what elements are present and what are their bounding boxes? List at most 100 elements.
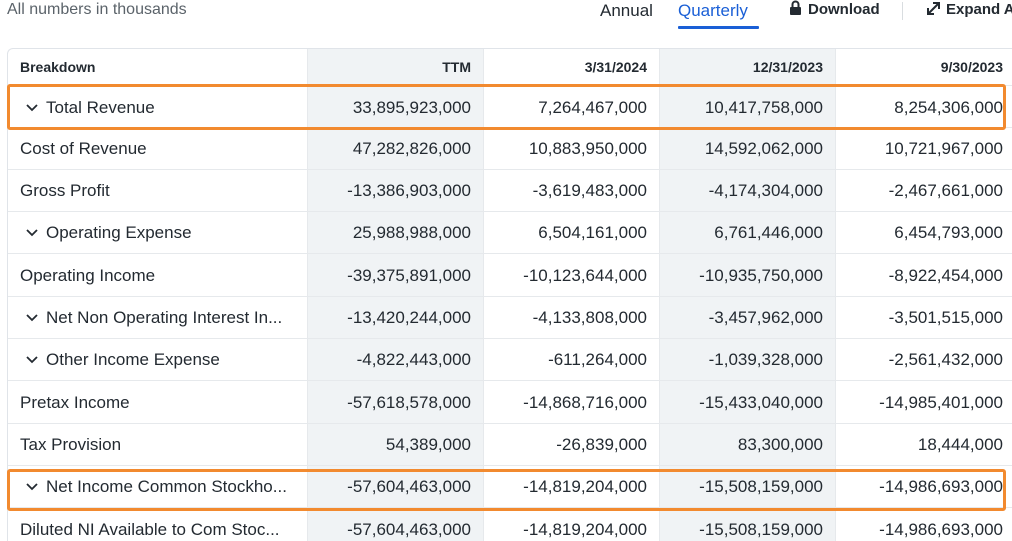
row-label-cell: Gross Profit <box>8 170 308 212</box>
row-label: Net Income Common Stockho... <box>46 477 287 496</box>
value-cell: -14,985,401,000 <box>879 392 1003 412</box>
column-header-period: 12/31/2023 <box>660 49 836 85</box>
row-label-cell[interactable]: Total Revenue <box>8 86 308 130</box>
value-cell: 8,254,306,000 <box>894 98 1003 117</box>
row-label-cell: Operating Income <box>8 254 308 297</box>
row-label-cell[interactable]: Net Non Operating Interest In... <box>8 297 308 339</box>
value-cell: -3,457,962,000 <box>660 297 836 339</box>
value-cell: -13,420,244,000 <box>308 297 484 339</box>
table-row: Pretax Income -57,618,578,000 -14,868,716,… <box>8 380 1012 424</box>
row-label: Gross Profit <box>20 181 110 200</box>
financials-page: All numbers in thousands Annual Quarterl… <box>0 0 1012 541</box>
value-cell: -3,619,483,000 <box>484 170 660 212</box>
value-cell: -57,618,578,000 <box>308 381 484 424</box>
table-row[interactable]: Operating Expense 25,988,988,000 6,504,161… <box>8 211 1012 254</box>
column-header-breakdown: Breakdown <box>8 49 308 85</box>
value-cell: 6,761,446,000 <box>660 212 836 254</box>
value-cell: -2,561,432,000 <box>888 350 1003 369</box>
value-cell: -4,174,304,000 <box>660 170 836 212</box>
table-row: Cost of Revenue 47,282,826,000 10,883,950,… <box>8 127 1012 170</box>
value-cell: 25,988,988,000 <box>308 212 484 254</box>
expand-all-button[interactable]: Expand A <box>926 0 1012 22</box>
value-cell: -39,375,891,000 <box>308 254 484 297</box>
value-cell: -15,433,040,000 <box>660 381 836 424</box>
row-label-cell: Pretax Income <box>8 381 308 424</box>
units-note: All numbers in thousands <box>7 1 187 18</box>
value-cell: 47,282,826,000 <box>308 128 484 170</box>
table-row[interactable]: Net Non Operating Interest In... -13,420,… <box>8 296 1012 339</box>
row-label-cell: Cost of Revenue <box>8 128 308 170</box>
chevron-down-icon[interactable] <box>26 483 40 491</box>
row-label: Tax Provision <box>20 435 122 454</box>
row-label: Other Income Expense <box>46 350 220 369</box>
value-cell: 83,300,000 <box>660 424 836 466</box>
financials-toolbar: All numbers in thousands Annual Quarterl… <box>0 0 1012 40</box>
row-label-cell: Diluted NI Available to Com Stoc... <box>8 508 308 541</box>
value-cell: 10,721,967,000 <box>884 139 1003 158</box>
expand-all-label: Expand A <box>946 1 1012 18</box>
row-label-cell[interactable]: Net Income Common Stockho... <box>8 466 308 508</box>
row-label-cell[interactable]: Operating Expense <box>8 212 308 254</box>
value-cell: -2,467,661,000 <box>888 181 1003 200</box>
value-cell: -57,604,463,000 <box>308 466 484 508</box>
value-cell: -14,986,693,000 <box>879 520 1003 539</box>
row-label: Cost of Revenue <box>20 139 147 158</box>
value-cell: -13,386,903,000 <box>308 170 484 212</box>
tab-quarterly[interactable]: Quarterly <box>678 0 748 22</box>
row-label-cell: Tax Provision <box>8 424 308 466</box>
value-cell: -26,839,000 <box>484 424 660 466</box>
row-label: Total Revenue <box>46 98 155 117</box>
row-label: Pretax Income <box>20 392 130 412</box>
value-cell: -14,819,204,000 <box>484 466 660 508</box>
chevron-down-icon[interactable] <box>26 104 40 112</box>
download-button[interactable]: Download <box>789 0 880 22</box>
row-label-cell[interactable]: Other Income Expense <box>8 339 308 381</box>
table-header: Breakdown TTM 3/31/2024 12/31/2023 9/30/… <box>8 49 1012 85</box>
value-cell: -14,986,693,000 <box>879 477 1003 496</box>
value-cell: -8,922,454,000 <box>888 265 1003 285</box>
income-statement-table: Breakdown TTM 3/31/2024 12/31/2023 9/30/… <box>7 48 1012 541</box>
value-cell: -1,039,328,000 <box>660 339 836 381</box>
chevron-down-icon[interactable] <box>26 229 40 237</box>
table-row: Tax Provision 54,389,000 -26,839,000 83,300… <box>8 423 1012 466</box>
column-header-ttm: TTM <box>308 49 484 85</box>
value-cell: -14,868,716,000 <box>484 381 660 424</box>
download-label: Download <box>808 1 880 18</box>
value-cell: 33,895,923,000 <box>308 86 484 130</box>
row-label: Operating Income <box>20 265 156 285</box>
row-label: Net Non Operating Interest In... <box>46 308 283 327</box>
value-cell: -10,935,750,000 <box>660 254 836 297</box>
row-label: Operating Expense <box>46 223 192 242</box>
value-cell: -611,264,000 <box>484 339 660 381</box>
value-cell: 6,504,161,000 <box>484 212 660 254</box>
lock-icon <box>789 0 802 22</box>
table-row: Operating Income -39,375,891,000 -10,123,6… <box>8 253 1012 297</box>
chevron-down-icon[interactable] <box>26 356 40 364</box>
table-row[interactable]: Other Income Expense -4,822,443,000 -611,2… <box>8 338 1012 381</box>
chevron-down-icon[interactable] <box>26 314 40 322</box>
table-row: Gross Profit -13,386,903,000 -3,619,483,00… <box>8 169 1012 212</box>
active-tab-indicator <box>678 26 759 29</box>
value-cell: 18,444,000 <box>917 435 1003 454</box>
column-header-period: 3/31/2024 <box>484 49 660 85</box>
column-header-period: 9/30/2023 <box>940 59 1003 75</box>
row-label: Diluted NI Available to Com Stoc... <box>20 520 280 539</box>
value-cell: -4,822,443,000 <box>308 339 484 381</box>
value-cell: 10,883,950,000 <box>484 128 660 170</box>
tab-annual[interactable]: Annual <box>600 0 653 22</box>
value-cell: 10,417,758,000 <box>660 86 836 130</box>
table-row[interactable]: Total Revenue 33,895,923,000 7,264,467,000… <box>8 85 1012 130</box>
table-row[interactable]: Net Income Common Stockho... -57,604,463,… <box>8 465 1012 508</box>
value-cell: -57,604,463,000 <box>308 508 484 541</box>
value-cell: 14,592,062,000 <box>660 128 836 170</box>
value-cell: -4,133,808,000 <box>484 297 660 339</box>
value-cell: -15,508,159,000 <box>660 508 836 541</box>
expand-arrows-icon <box>926 0 940 22</box>
table-row: Diluted NI Available to Com Stoc... -57,6… <box>8 507 1012 541</box>
value-cell: -15,508,159,000 <box>660 466 836 508</box>
value-cell: -3,501,515,000 <box>888 308 1003 327</box>
value-cell: 54,389,000 <box>308 424 484 466</box>
value-cell: 7,264,467,000 <box>484 86 660 130</box>
value-cell: -10,123,644,000 <box>484 254 660 297</box>
toolbar-divider <box>902 2 903 20</box>
